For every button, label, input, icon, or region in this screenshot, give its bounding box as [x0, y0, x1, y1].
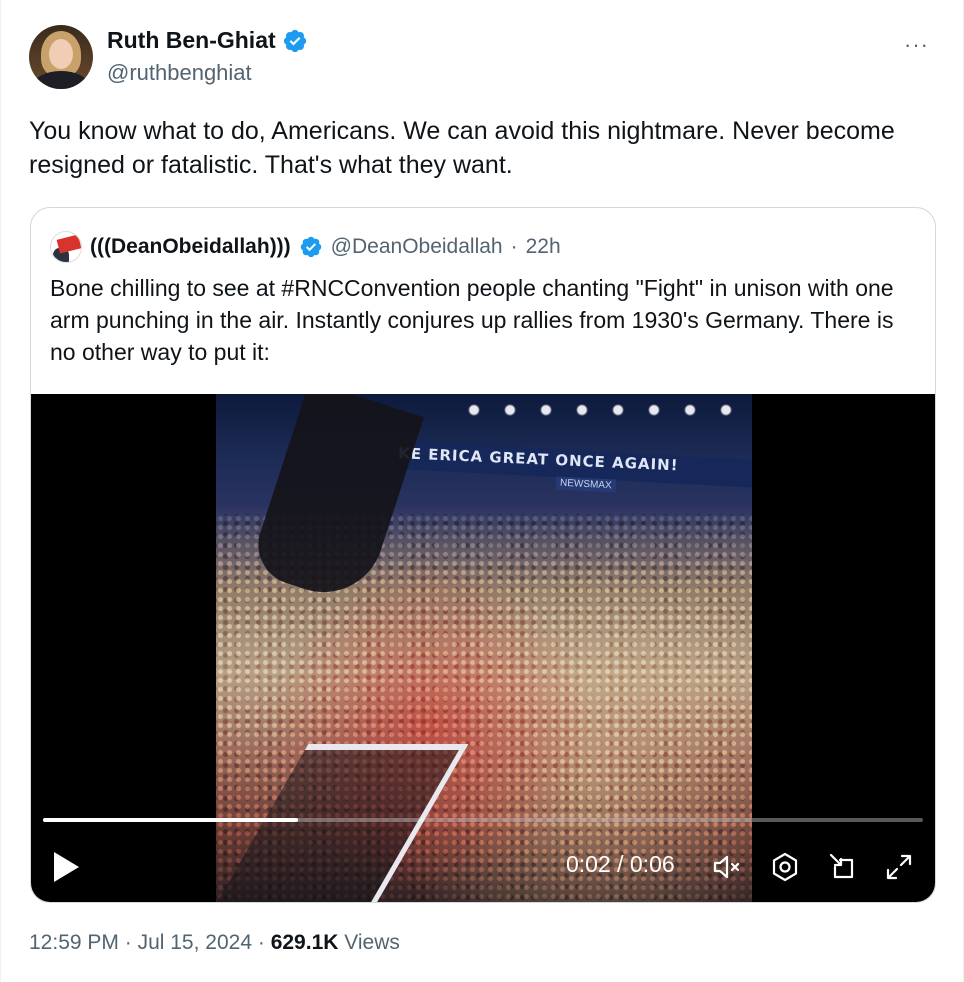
- quoted-text: Bone chilling to see at #RNCConvention p…: [50, 275, 894, 365]
- video-time: 0:02 / 0:06: [566, 851, 675, 877]
- video-controls: 0:02 / 0:06: [31, 842, 935, 892]
- separator-dot: ·: [124, 931, 132, 954]
- video-frame[interactable]: KE ERICA GREAT ONCE AGAIN! NEWSMAX: [216, 394, 752, 902]
- more-icon[interactable]: ···: [904, 32, 929, 58]
- tweet: Ruth Ben-Ghiat @ruthbenghiat ··· You kno…: [0, 0, 964, 982]
- separator-dot: ·: [257, 931, 265, 954]
- tweet-meta: 12:59 PM · Jul 15, 2024 · 629.1K Views: [29, 931, 400, 955]
- author-avatar[interactable]: [29, 25, 93, 89]
- quoted-author-handle[interactable]: @DeanObeidallah: [331, 235, 503, 259]
- author-handle[interactable]: @ruthbenghiat: [107, 60, 308, 86]
- tweet-date[interactable]: Jul 15, 2024: [138, 931, 252, 954]
- fullscreen-icon[interactable]: [883, 851, 915, 883]
- settings-icon[interactable]: [769, 851, 801, 883]
- video-player[interactable]: KE ERICA GREAT ONCE AGAIN! NEWSMAX 0:02 …: [31, 394, 935, 902]
- author-name[interactable]: Ruth Ben-Ghiat: [107, 27, 276, 54]
- verified-badge-icon: [300, 236, 321, 258]
- video-progress-bar[interactable]: [43, 818, 923, 822]
- tweet-time[interactable]: 12:59 PM: [29, 931, 119, 954]
- author-block: Ruth Ben-Ghiat @ruthbenghiat: [107, 27, 308, 86]
- play-icon[interactable]: [51, 850, 81, 884]
- video-progress-fill: [43, 818, 299, 822]
- views-label: Views: [344, 931, 400, 954]
- views-count[interactable]: 629.1K: [271, 931, 339, 954]
- author-name-row: Ruth Ben-Ghiat: [107, 27, 308, 54]
- video-newsmax-text: NEWSMAX: [555, 476, 616, 493]
- quoted-tweet[interactable]: (((DeanObeidallah))) @DeanObeidallah · 2…: [30, 207, 936, 903]
- quoted-author-name[interactable]: (((DeanObeidallah))): [90, 235, 291, 259]
- separator-dot: ·: [510, 235, 518, 258]
- quoted-header: (((DeanObeidallah))) @DeanObeidallah · 2…: [50, 231, 561, 263]
- tweet-text: You know what to do, Americans. We can a…: [29, 117, 895, 179]
- quoted-avatar[interactable]: [50, 231, 82, 263]
- mute-icon[interactable]: [711, 851, 743, 883]
- quoted-timestamp[interactable]: 22h: [526, 235, 561, 259]
- verified-badge-icon: [283, 29, 306, 52]
- pip-icon[interactable]: [827, 851, 859, 883]
